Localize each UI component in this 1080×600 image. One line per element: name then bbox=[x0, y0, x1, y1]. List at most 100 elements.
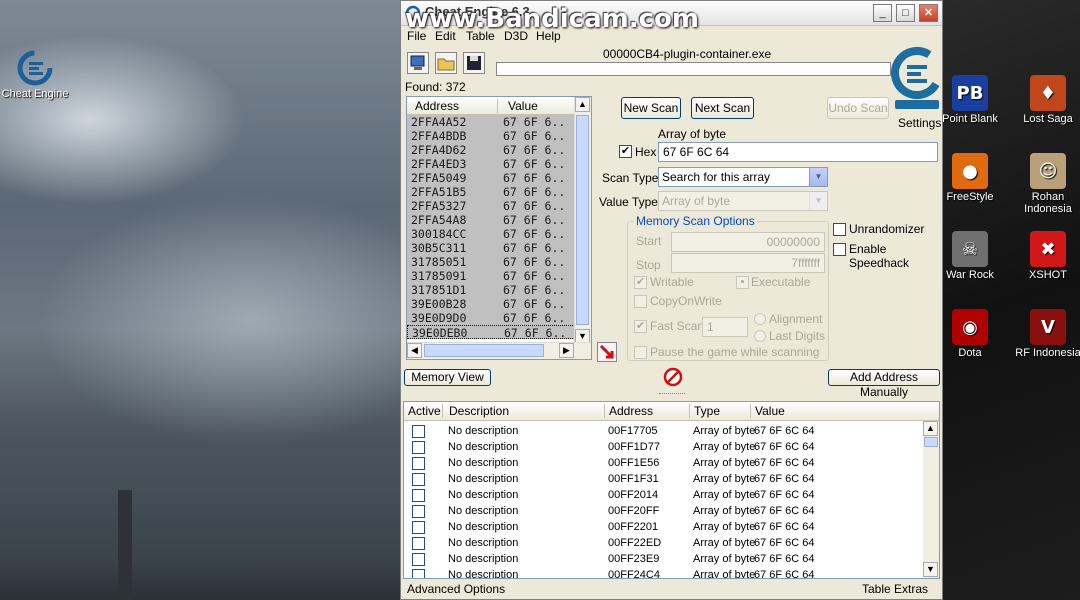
result-row[interactable]: 2FFA5049 67 6F 6.. bbox=[407, 171, 577, 185]
scroll-up-icon[interactable]: ▲ bbox=[575, 97, 590, 112]
table-row[interactable]: No description 00FF2014 Array of byte 67 6F… bbox=[404, 487, 924, 503]
scroll-left-icon[interactable]: ◀ bbox=[407, 343, 422, 358]
title-bar[interactable]: Cheat Engine 6.3 _ □ ✕ bbox=[401, 1, 942, 26]
desktop-icon-cheat-engine[interactable]: Cheat Engine bbox=[0, 50, 70, 100]
header-address[interactable]: Address bbox=[604, 404, 653, 418]
table-row[interactable]: No description 00FF1E56 Array of byte 67 6F… bbox=[404, 455, 924, 471]
select-process-button[interactable] bbox=[407, 52, 429, 74]
undo-scan-button[interactable]: Undo Scan bbox=[827, 97, 889, 119]
new-scan-button[interactable]: New Scan bbox=[621, 97, 681, 119]
result-row[interactable]: 31785051 67 6F 6.. bbox=[407, 255, 577, 269]
chevron-down-icon[interactable]: ▼ bbox=[809, 168, 827, 186]
result-row[interactable]: 317851D1 67 6F 6.. bbox=[407, 283, 577, 297]
scan-value-input[interactable]: 67 6F 6C 64 bbox=[658, 142, 938, 162]
cheat-table-vertical-scrollbar[interactable]: ▲ ▼ bbox=[923, 421, 939, 578]
table-extras-link[interactable]: Table Extras bbox=[862, 582, 928, 596]
cheat-table-scroll-thumb[interactable] bbox=[924, 437, 938, 447]
scan-results-list[interactable]: Address Value 2FFA4A52 67 6F 6.. 2FFA4BDB 6… bbox=[406, 96, 592, 360]
add-address-manually-button[interactable]: Add Address Manually bbox=[828, 369, 940, 399]
add-to-list-button[interactable] bbox=[597, 342, 617, 362]
desktop-icon-lost-saga[interactable]: ♦ Lost Saga bbox=[1013, 75, 1080, 125]
result-row[interactable]: 39E00B28 67 6F 6.. bbox=[407, 297, 577, 311]
cheat-table[interactable]: Active Description Address Type Value No… bbox=[403, 401, 940, 579]
results-horizontal-scrollbar[interactable]: ◀ ▶ bbox=[407, 342, 591, 359]
active-checkbox[interactable] bbox=[412, 505, 425, 518]
fast-scan-checkbox[interactable]: ✔ bbox=[634, 320, 647, 333]
active-checkbox[interactable] bbox=[412, 569, 425, 578]
desktop-icon-point-blank[interactable]: PB Point Blank bbox=[935, 75, 1005, 125]
menu-edit[interactable]: Edit bbox=[435, 29, 456, 43]
desktop-icon-rohan-indonesia[interactable]: ☺ Rohan Indonesia bbox=[1013, 153, 1080, 215]
result-row[interactable]: 2FFA51B5 67 6F 6.. bbox=[407, 185, 577, 199]
menu-help[interactable]: Help bbox=[536, 29, 561, 43]
pause-game-checkbox[interactable] bbox=[634, 346, 647, 359]
copy-on-write-checkbox[interactable] bbox=[634, 295, 647, 308]
active-checkbox[interactable] bbox=[412, 537, 425, 550]
close-button[interactable]: ✕ bbox=[919, 4, 938, 22]
result-row[interactable]: 31785091 67 6F 6.. bbox=[407, 269, 577, 283]
desktop-icon-xshot[interactable]: ✖ XSHOT bbox=[1013, 231, 1080, 281]
stop-icon[interactable] bbox=[663, 367, 683, 387]
header-type[interactable]: Type bbox=[689, 404, 720, 418]
results-scroll-thumb[interactable] bbox=[576, 115, 589, 325]
desktop-icon-war-rock[interactable]: ☠ War Rock bbox=[935, 231, 1005, 281]
header-description[interactable]: Description bbox=[442, 404, 509, 418]
writable-checkbox[interactable]: ✔ bbox=[634, 276, 647, 289]
table-row[interactable]: No description 00FF20FF Array of byte 67 6F… bbox=[404, 503, 924, 519]
menu-d3d[interactable]: D3D bbox=[504, 29, 528, 43]
header-active[interactable]: Active bbox=[408, 404, 441, 418]
active-checkbox[interactable] bbox=[412, 553, 425, 566]
alignment-radio[interactable] bbox=[754, 313, 766, 325]
active-checkbox[interactable] bbox=[412, 473, 425, 486]
table-row[interactable]: No description 00FF2201 Array of byte 67 6F… bbox=[404, 519, 924, 535]
start-address-input[interactable]: 00000000 bbox=[671, 232, 825, 252]
chevron-down-icon[interactable]: ▼ bbox=[809, 192, 827, 210]
result-row[interactable]: 2FFA4ED3 67 6F 6.. bbox=[407, 157, 577, 171]
enable-speedhack-checkbox[interactable] bbox=[833, 243, 846, 256]
active-checkbox[interactable] bbox=[412, 489, 425, 502]
results-header-address[interactable]: Address bbox=[415, 99, 459, 113]
desktop-icon-rf-indonesia[interactable]: V RF Indonesia bbox=[1013, 309, 1080, 359]
menu-file[interactable]: File bbox=[407, 29, 426, 43]
next-scan-button[interactable]: Next Scan bbox=[691, 97, 754, 119]
header-value[interactable]: Value bbox=[750, 404, 785, 418]
results-header-value[interactable]: Value bbox=[497, 99, 538, 113]
table-row[interactable]: No description 00FF1D77 Array of byte 67 6F… bbox=[404, 439, 924, 455]
result-row[interactable]: 300184CC 67 6F 6.. bbox=[407, 227, 577, 241]
stop-address-input[interactable]: 7fffffff bbox=[671, 253, 825, 273]
cheat-engine-logo-icon[interactable] bbox=[891, 45, 943, 113]
table-row[interactable]: No description 00FF22ED Array of byte 67 6F… bbox=[404, 535, 924, 551]
result-row[interactable]: 2FFA5327 67 6F 6.. bbox=[407, 199, 577, 213]
results-vertical-scrollbar[interactable]: ▲ ▼ bbox=[574, 97, 591, 344]
scroll-down-icon[interactable]: ▼ bbox=[923, 562, 938, 577]
result-row[interactable]: 2FFA4BDB 67 6F 6.. bbox=[407, 129, 577, 143]
result-row[interactable]: 39E0D9D0 67 6F 6.. bbox=[407, 311, 577, 325]
result-row[interactable]: 30B5C311 67 6F 6.. bbox=[407, 241, 577, 255]
active-checkbox[interactable] bbox=[412, 521, 425, 534]
advanced-options-link[interactable]: Advanced Options bbox=[407, 582, 505, 596]
active-checkbox[interactable] bbox=[412, 441, 425, 454]
scan-type-select[interactable]: Search for this array ▼ bbox=[658, 167, 828, 187]
table-row[interactable]: No description 00FF23E9 Array of byte 67 6F… bbox=[404, 551, 924, 567]
settings-link[interactable]: Settings bbox=[898, 116, 941, 130]
table-row[interactable]: No description 00FF24C4 Array of byte 67 6F… bbox=[404, 567, 924, 578]
minimize-button[interactable]: _ bbox=[873, 4, 892, 22]
open-file-button[interactable] bbox=[435, 52, 457, 74]
splitter-handle[interactable] bbox=[401, 391, 942, 397]
result-row[interactable]: 2FFA54A8 67 6F 6.. bbox=[407, 213, 577, 227]
hex-checkbox[interactable]: ✔ bbox=[619, 145, 632, 158]
value-type-select[interactable]: Array of byte ▼ bbox=[658, 191, 828, 211]
result-row[interactable]: 39E0DEB0 67 6F 6.. bbox=[407, 325, 577, 340]
active-checkbox[interactable] bbox=[412, 457, 425, 470]
active-checkbox[interactable] bbox=[412, 425, 425, 438]
memory-view-button[interactable]: Memory View bbox=[404, 369, 491, 386]
result-row[interactable]: 2FFA4D62 67 6F 6.. bbox=[407, 143, 577, 157]
desktop-icon-dota[interactable]: ◉ Dota bbox=[935, 309, 1005, 359]
table-row[interactable]: No description 00FF1F31 Array of byte 67 6F… bbox=[404, 471, 924, 487]
result-row[interactable]: 2FFA4A52 67 6F 6.. bbox=[407, 115, 577, 129]
maximize-button[interactable]: □ bbox=[896, 4, 915, 22]
results-hscroll-thumb[interactable] bbox=[424, 344, 544, 357]
scroll-right-icon[interactable]: ▶ bbox=[559, 343, 574, 358]
scroll-up-icon[interactable]: ▲ bbox=[923, 421, 938, 436]
last-digits-radio[interactable] bbox=[754, 330, 766, 342]
